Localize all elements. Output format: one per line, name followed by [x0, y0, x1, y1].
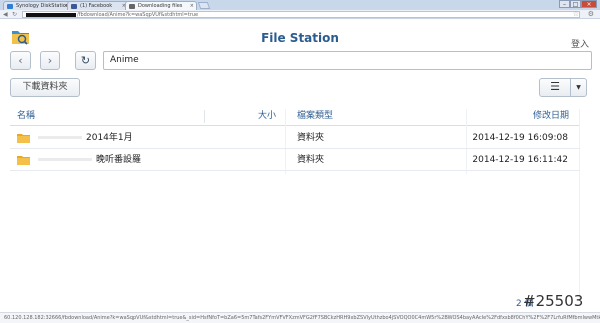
app-header: File Station 登入: [0, 20, 600, 50]
browser-tab-label: Synology DiskStation: [16, 3, 70, 9]
chevron-left-icon: ‹: [18, 54, 23, 67]
browser-address-bar: ◀ ↻ /fbdownload/Anime?k=waSqpVUf&stdhtml…: [0, 10, 600, 19]
refresh-icon: ↻: [80, 54, 91, 67]
view-mode-dropdown[interactable]: ▼: [570, 78, 587, 97]
file-name: 2014年1月: [86, 133, 133, 143]
redacted-name-prefix: [38, 136, 82, 139]
close-tab-icon[interactable]: ×: [190, 2, 194, 10]
minimize-icon[interactable]: –: [559, 0, 570, 8]
path-field[interactable]: Anime: [103, 51, 592, 70]
folder-icon: [17, 134, 30, 143]
file-name: 晚听番設羅: [96, 155, 142, 165]
maximize-icon[interactable]: □: [570, 0, 581, 8]
url-text: /fbdownload/Anime?k=waSqpVUf&stdhtml=tru…: [77, 12, 199, 18]
new-tab-button[interactable]: [197, 2, 211, 9]
forward-button[interactable]: ›: [40, 51, 60, 70]
chevron-right-icon: ›: [47, 54, 53, 67]
action-toolbar: 下載資料夾 ☰ ▼: [0, 74, 600, 102]
column-header-modified[interactable]: 修改日期: [473, 107, 581, 125]
window-controls: – □ ×: [559, 0, 597, 9]
table-row[interactable]: 2014年1月 資料夾 2014-12-19 16:09:08: [10, 127, 580, 149]
browser-tab-downloading[interactable]: Downloading files ×: [125, 1, 197, 10]
bookmark-star-icon[interactable]: ☆: [573, 10, 579, 18]
wrench-menu-icon[interactable]: ⚙: [588, 10, 594, 18]
file-type: 資料夾: [297, 155, 325, 165]
facebook-favicon-icon: [71, 4, 77, 9]
browser-reload-icon[interactable]: ↻: [12, 11, 17, 18]
column-header-name[interactable]: 名稱: [17, 107, 35, 125]
refresh-button[interactable]: ↻: [75, 51, 96, 70]
redacted-host: [26, 12, 76, 17]
back-button[interactable]: ‹: [10, 51, 31, 70]
navigation-toolbar: ‹ › ↻ Anime: [0, 49, 600, 74]
column-divider: [204, 110, 205, 123]
column-header-size[interactable]: 大小: [234, 107, 284, 125]
folder-icon: [17, 156, 30, 165]
browser-tab-facebook[interactable]: (1) Facebook ×: [67, 1, 129, 10]
download-folder-button[interactable]: 下載資料夾: [10, 78, 80, 97]
file-type: 資料夾: [297, 133, 325, 143]
browser-back-icon[interactable]: ◀: [3, 11, 8, 18]
file-modified: 2014-12-19 16:09:08: [472, 133, 568, 143]
view-mode-button[interactable]: ☰: [539, 78, 571, 97]
browser-tab-bar: Synology DiskStation × (1) Facebook × Do…: [0, 0, 600, 10]
watermark: #25503: [523, 292, 584, 310]
list-view-icon: ☰: [550, 80, 560, 93]
redacted-name-prefix: [38, 158, 92, 161]
browser-tab-label: Downloading files: [138, 3, 183, 9]
url-field[interactable]: /fbdownload/Anime?k=waSqpVUf&stdhtml=tru…: [22, 11, 580, 18]
synology-favicon-icon: [7, 4, 13, 9]
page-title: File Station: [261, 31, 339, 45]
table-row[interactable]: 晚听番設羅 資料夾 2014-12-19 16:11:42: [10, 149, 580, 171]
browser-tab-label: (1) Facebook: [80, 3, 113, 9]
browser-status-bar: 60.120.128.182:32666/fbdownload/Anime?k=…: [0, 312, 600, 323]
column-header-type[interactable]: 檔案類型: [297, 107, 333, 125]
file-table-header: 名稱 大小 檔案類型 修改日期: [10, 107, 580, 126]
file-modified: 2014-12-19 16:11:42: [472, 155, 568, 165]
window-close-icon[interactable]: ×: [581, 0, 597, 8]
caret-down-icon: ▼: [576, 84, 581, 91]
browser-tab-synology[interactable]: Synology DiskStation ×: [3, 1, 71, 10]
page-favicon-icon: [129, 4, 135, 9]
